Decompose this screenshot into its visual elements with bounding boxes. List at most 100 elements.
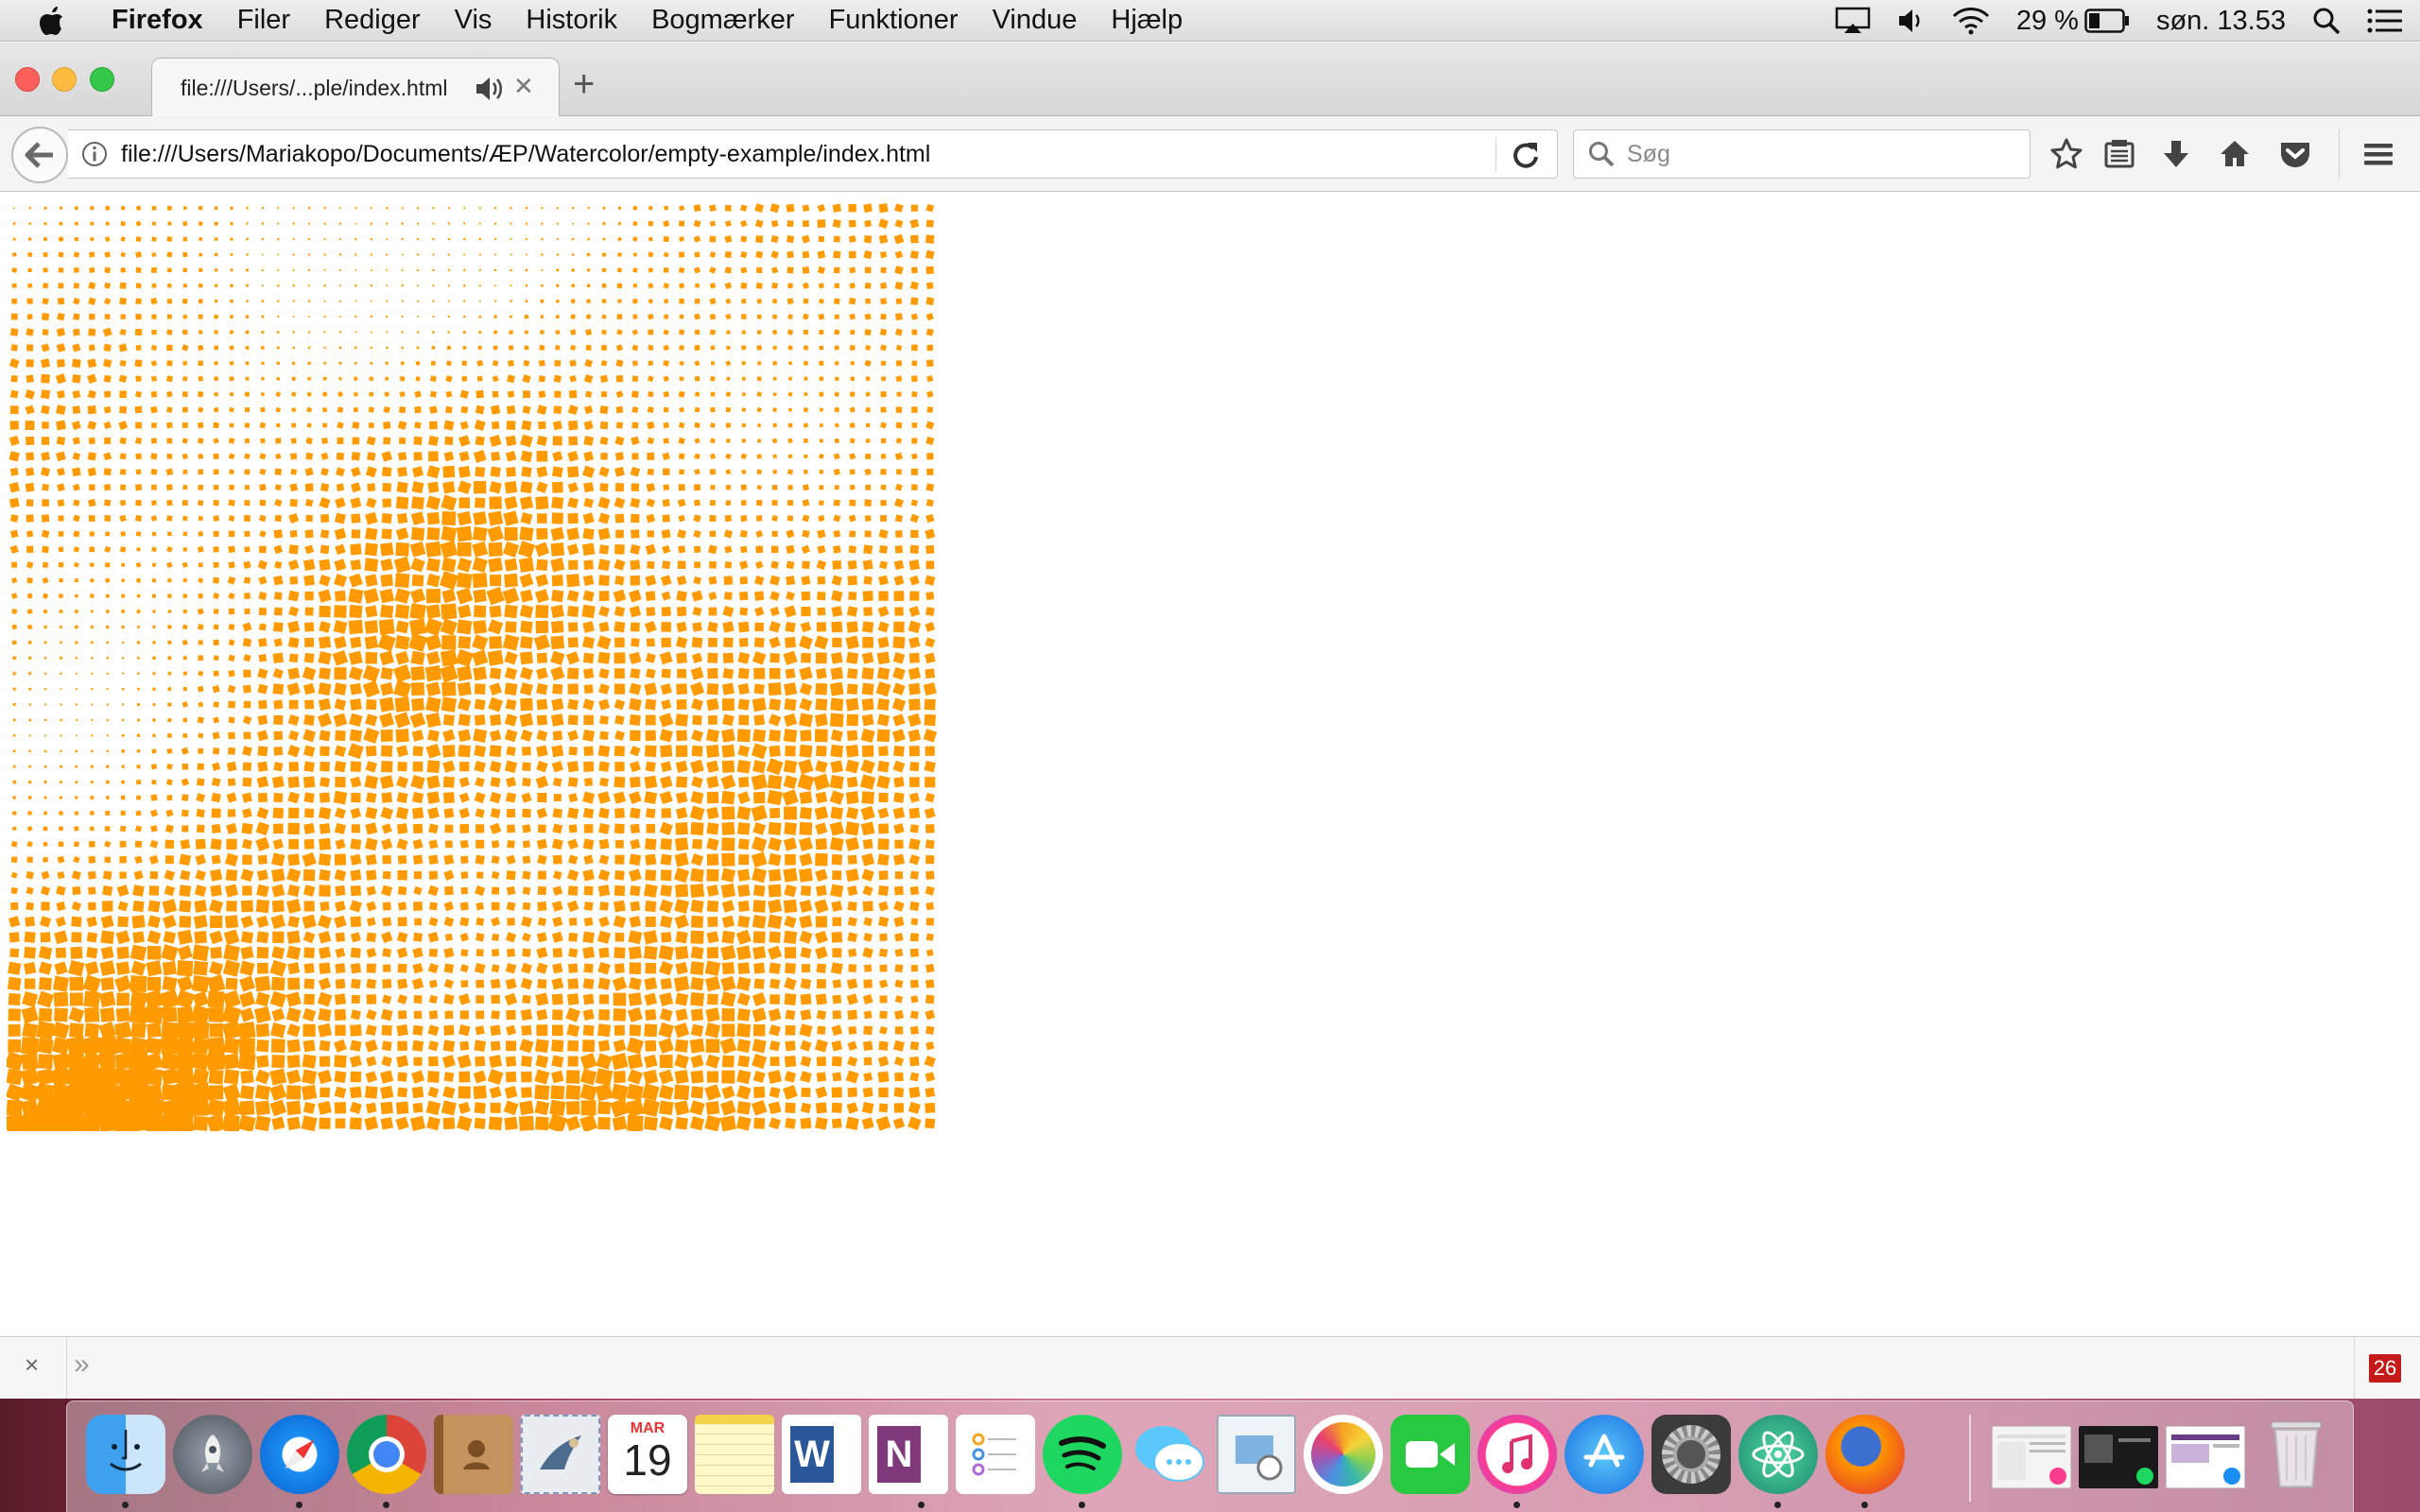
back-button[interactable]	[11, 127, 68, 183]
clock[interactable]: søn. 13.53	[2156, 6, 2286, 37]
menu-historik[interactable]: Historik	[509, 5, 634, 36]
orange-square	[226, 822, 238, 834]
orange-square	[323, 315, 326, 318]
spotlight-icon[interactable]	[2312, 7, 2341, 35]
search-input[interactable]: Søg	[1573, 129, 2031, 179]
notes-icon[interactable]	[695, 1415, 774, 1494]
itunes-icon[interactable]	[1478, 1415, 1557, 1494]
menu-vindue[interactable]: Vindue	[976, 5, 1095, 36]
launchpad-icon[interactable]	[173, 1415, 252, 1494]
menu-funktioner[interactable]: Funktioner	[812, 5, 976, 36]
orange-square	[166, 515, 173, 522]
orange-square	[75, 703, 78, 706]
apple-logo-icon[interactable]	[38, 5, 66, 37]
appstore-icon[interactable]	[1564, 1415, 1644, 1494]
pocket-icon[interactable]	[2278, 137, 2312, 171]
photos-icon[interactable]	[1304, 1415, 1383, 1494]
window-thumbnail-icon[interactable]	[2166, 1426, 2245, 1488]
bookmark-star-icon[interactable]	[2049, 137, 2083, 171]
orange-square	[510, 268, 512, 272]
window-thumbnail-icon[interactable]	[1992, 1426, 2071, 1488]
orange-square	[8, 1039, 22, 1053]
word-icon[interactable]: W	[782, 1415, 861, 1494]
trash-icon[interactable]	[2256, 1415, 2336, 1494]
firefox-icon[interactable]	[1825, 1415, 1905, 1494]
window-thumbnail-icon[interactable]	[2079, 1426, 2158, 1488]
menu-bogmaerker[interactable]: Bogmærker	[634, 5, 812, 36]
watercolor-canvas[interactable]	[7, 200, 938, 1131]
menu-filer[interactable]: Filer	[220, 5, 307, 36]
menu-vis[interactable]: Vis	[438, 5, 510, 36]
tab-close-icon[interactable]: ✕	[513, 72, 534, 101]
facetime-icon[interactable]	[1391, 1415, 1470, 1494]
orange-square	[412, 947, 424, 958]
messages-icon[interactable]	[1130, 1415, 1209, 1494]
menu-rediger[interactable]: Rediger	[307, 5, 438, 36]
home-icon[interactable]	[2218, 137, 2252, 171]
hamburger-menu-icon[interactable]	[2361, 137, 2395, 171]
orange-square	[719, 1115, 736, 1131]
orange-square	[849, 266, 856, 274]
orange-square	[150, 794, 158, 801]
menu-app-name[interactable]: Firefox	[95, 5, 220, 36]
notification-badge[interactable]: 26	[2369, 1354, 2401, 1383]
preview-icon[interactable]	[1217, 1415, 1296, 1494]
zoom-window-button[interactable]	[90, 67, 114, 92]
airplay-icon[interactable]	[1835, 7, 1871, 35]
orange-square	[244, 593, 251, 599]
orange-square	[568, 436, 579, 446]
spotify-icon[interactable]	[1043, 1415, 1122, 1494]
close-bar-icon[interactable]: ×	[25, 1350, 39, 1380]
system-preferences-icon[interactable]	[1651, 1415, 1731, 1494]
reload-icon[interactable]	[1509, 139, 1541, 171]
orange-square	[925, 592, 935, 601]
url-text[interactable]: file:///Users/Mariakopo/Documents/ÆP/Wat…	[121, 141, 930, 168]
wifi-icon[interactable]	[1952, 7, 1990, 35]
orange-square	[166, 453, 173, 459]
orange-square	[416, 222, 420, 225]
volume-icon[interactable]	[1897, 8, 1926, 34]
reminders-icon[interactable]	[956, 1415, 1035, 1494]
orange-square	[323, 206, 326, 210]
new-tab-button[interactable]: +	[573, 65, 595, 103]
orange-square	[401, 346, 404, 350]
orange-square	[925, 436, 935, 445]
onenote-icon[interactable]: N	[869, 1415, 948, 1494]
close-window-button[interactable]	[15, 67, 40, 92]
orange-square	[819, 376, 824, 382]
orange-square	[721, 744, 735, 758]
orange-square	[456, 572, 473, 589]
safari-icon[interactable]	[260, 1415, 339, 1494]
contacts-icon[interactable]	[434, 1415, 513, 1494]
orange-square	[770, 250, 779, 259]
battery-status[interactable]: 29 %	[2016, 6, 2130, 37]
chevron-right-icon[interactable]: »	[74, 1349, 90, 1381]
orange-square	[242, 854, 252, 866]
orange-square	[799, 852, 813, 867]
orange-square	[598, 668, 610, 679]
chrome-icon[interactable]	[347, 1415, 426, 1494]
orange-square	[537, 793, 547, 802]
finder-icon[interactable]	[86, 1415, 165, 1494]
bookmarks-menu-icon[interactable]	[2102, 137, 2136, 171]
minimize-window-button[interactable]	[52, 67, 77, 92]
orange-square	[105, 796, 110, 799]
orange-square	[784, 713, 798, 728]
orange-square	[132, 900, 145, 913]
mail-icon[interactable]	[521, 1415, 600, 1494]
orange-square	[334, 993, 347, 1005]
calendar-icon[interactable]: MAR 19	[608, 1415, 687, 1494]
orange-square	[288, 653, 299, 663]
downloads-icon[interactable]	[2159, 137, 2193, 171]
orange-square	[769, 1040, 781, 1052]
site-info-icon[interactable]	[81, 141, 108, 167]
orange-square	[242, 684, 251, 694]
menu-hjaelp[interactable]: Hjælp	[1094, 5, 1200, 36]
url-bar[interactable]: file:///Users/Mariakopo/Documents/ÆP/Wat…	[68, 129, 1558, 179]
orange-square	[599, 715, 610, 725]
atom-icon[interactable]	[1738, 1415, 1818, 1494]
tab-audio-icon[interactable]	[474, 74, 504, 104]
orange-square	[365, 806, 378, 819]
tab-active[interactable]: file:///Users/...ple/index.html ✕	[151, 58, 560, 117]
notification-center-icon[interactable]	[2367, 8, 2403, 34]
